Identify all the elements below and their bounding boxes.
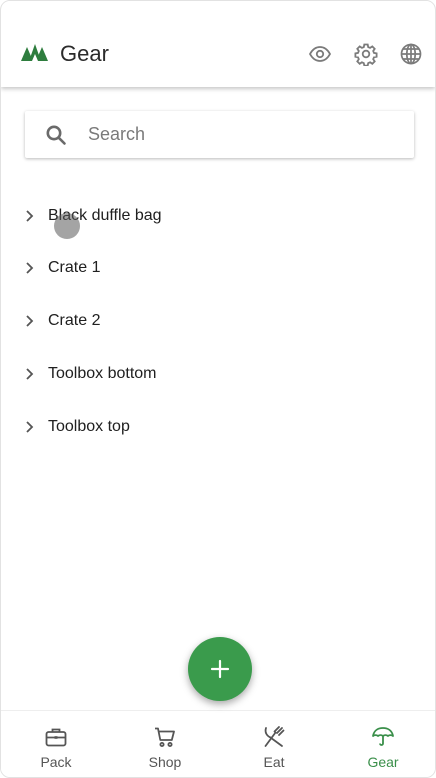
cart-icon	[155, 727, 175, 747]
umbrella-icon	[372, 727, 394, 746]
search-icon	[46, 125, 66, 145]
plus-icon	[210, 659, 230, 679]
nav-item-shop[interactable]: Shop	[111, 711, 219, 777]
forest-icon	[21, 44, 48, 61]
search-input[interactable]	[88, 119, 388, 149]
globe-icon[interactable]	[399, 42, 423, 66]
bottom-nav: Pack Shop Eat Gear	[1, 710, 435, 777]
list-item[interactable]: Crate 1	[1, 243, 435, 295]
eye-icon[interactable]	[308, 42, 332, 66]
chevron-right-icon	[26, 368, 34, 380]
nav-label: Eat	[263, 754, 285, 770]
chevron-right-icon	[26, 421, 34, 433]
nav-item-pack[interactable]: Pack	[2, 711, 110, 777]
list-item[interactable]: Toolbox top	[1, 402, 435, 454]
list-item[interactable]: Toolbox bottom	[1, 349, 435, 401]
chevron-right-icon	[26, 210, 34, 222]
app-frame: Gear Black duffle bag	[0, 0, 436, 778]
chevron-right-icon	[26, 262, 34, 274]
app-bar: Gear	[1, 1, 435, 87]
list-item-label: Crate 2	[48, 312, 101, 329]
nav-label: Pack	[40, 754, 72, 770]
list-item-label: Crate 1	[48, 259, 101, 276]
search-bar	[25, 111, 414, 158]
nav-item-gear[interactable]: Gear	[329, 711, 435, 777]
utensils-icon	[264, 726, 285, 747]
list-item-label: Toolbox bottom	[48, 365, 157, 382]
briefcase-icon	[45, 728, 67, 747]
gear-icon[interactable]	[354, 42, 378, 66]
chevron-right-icon	[26, 315, 34, 327]
list-item[interactable]: Crate 2	[1, 296, 435, 348]
page-title: Gear	[60, 41, 109, 66]
add-button[interactable]	[188, 637, 252, 701]
nav-label: Gear	[367, 754, 399, 770]
touch-indicator	[54, 213, 80, 239]
list-item-label: Toolbox top	[48, 418, 130, 435]
nav-item-eat[interactable]: Eat	[220, 711, 328, 777]
nav-label: Shop	[148, 754, 182, 770]
